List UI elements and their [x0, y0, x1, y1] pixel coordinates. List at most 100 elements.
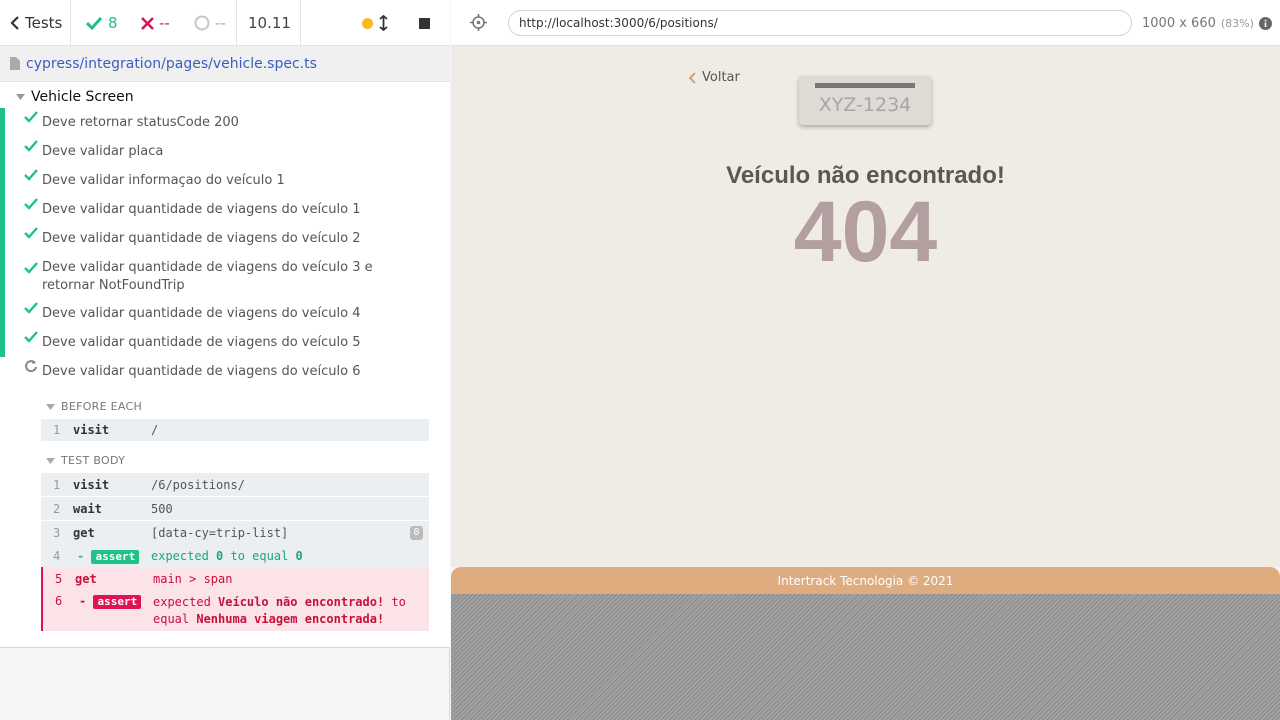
check-icon [86, 16, 102, 30]
test-list: Vehicle Screen Deve retornar statusCode … [0, 82, 450, 648]
command-message: main > span [153, 572, 233, 586]
test-title: Deve validar quantidade de viagens do ve… [42, 260, 373, 293]
command-number: 1 [53, 478, 61, 492]
failed-count: -- [141, 0, 170, 46]
command-row[interactable]: 1 visit / [41, 419, 429, 441]
command-row[interactable]: 2 wait 500 [41, 497, 429, 521]
spec-path-bar: cypress/integration/pages/vehicle.spec.t… [0, 46, 450, 82]
crosshair-icon [470, 14, 487, 31]
command-message: / [151, 423, 159, 437]
viewport-dimensions: 1000 x 660 [1142, 15, 1216, 31]
spec-path-link[interactable]: cypress/integration/pages/vehicle.spec.t… [26, 56, 317, 72]
assert-message: expected 0 to equal 0 [151, 549, 303, 563]
command-number: 4 [53, 549, 61, 563]
tests-button[interactable]: Tests [10, 0, 62, 46]
command-name: visit [73, 423, 110, 437]
suite-vehicle-screen[interactable]: Vehicle Screen [16, 86, 134, 108]
pending-value: -- [215, 14, 226, 32]
command-number: 1 [53, 423, 61, 437]
app-under-test: Voltar XYZ-1234 Veículo não encontrado! … [451, 46, 1280, 567]
suite-title: Vehicle Screen [31, 89, 134, 105]
reporter-panel: Tests 8 -- -- 10.11 cypress/integration/ [0, 0, 450, 720]
stats-bar: Tests 8 -- -- 10.11 [0, 0, 450, 46]
command-name: get [75, 572, 97, 586]
chevron-left-icon [688, 71, 696, 84]
command-row[interactable]: 1 visit /6/positions/ [41, 473, 429, 497]
status-dot-icon [362, 17, 373, 29]
assert-message: expected Veículo não encontrado! to equa… [153, 595, 406, 626]
test-item[interactable]: Deve validar quantidade de viagens do ve… [0, 328, 449, 357]
command-name: wait [73, 502, 102, 516]
duration: 10.11 [248, 14, 291, 32]
test-title: Deve validar quantidade de viagens do ve… [42, 306, 361, 321]
check-icon [24, 198, 38, 210]
stop-button[interactable] [419, 0, 430, 46]
back-link[interactable]: Voltar [688, 70, 740, 85]
passed-count: 8 [86, 0, 118, 46]
url-bar[interactable]: http://localhost:3000/6/positions/ [508, 10, 1132, 36]
footer-text: Intertrack Tecnologia © 2021 [777, 573, 954, 588]
assert-badge: assert [93, 595, 142, 609]
test-item[interactable]: Deve retornar statusCode 200 [0, 108, 449, 137]
test-item[interactable]: Deve validar quantidade de viagens do ve… [0, 195, 449, 224]
test-title: Deve validar quantidade de viagens do ve… [42, 364, 361, 379]
hook-before-each-title[interactable]: BEFORE EACH [46, 400, 142, 413]
test-item[interactable]: Deve validar quantidade de viagens do ve… [0, 224, 449, 253]
command-number: 3 [53, 526, 61, 540]
app-footer: Intertrack Tecnologia © 2021 [451, 567, 1280, 594]
command-row-failed[interactable]: 5 get main > span [41, 567, 429, 591]
auto-scroll-toggle[interactable] [379, 0, 388, 46]
passed-value: 8 [108, 14, 118, 32]
aut-header: http://localhost:3000/6/positions/ 1000 … [451, 0, 1280, 46]
selector-playground-button[interactable] [470, 14, 487, 35]
chevron-left-icon [10, 16, 19, 30]
test-item[interactable]: Deve validar informaçao do veículo 1 [0, 166, 449, 195]
caret-down-icon [46, 403, 55, 410]
check-icon [24, 227, 38, 239]
command-message: /6/positions/ [151, 478, 245, 492]
command-name: get [73, 526, 95, 540]
check-icon [24, 111, 38, 123]
x-icon [141, 16, 154, 30]
command-row[interactable]: 3 get [data-cy=trip-list] 0 [41, 521, 429, 545]
file-icon [10, 57, 20, 70]
license-plate: XYZ-1234 [799, 76, 931, 125]
assert-badge: assert [91, 550, 140, 564]
check-icon [24, 169, 38, 181]
caret-down-icon [16, 94, 25, 100]
test-title: Deve validar quantidade de viagens do ve… [42, 231, 361, 246]
viewport-scale: (83%) [1220, 16, 1254, 30]
refresh-spinner-icon [25, 360, 37, 373]
command-message: 500 [151, 502, 173, 516]
test-item[interactable]: Deve validar quantidade de viagens do ve… [0, 253, 449, 299]
test-title: Deve validar placa [42, 144, 164, 159]
url-text: http://localhost:3000/6/positions/ [519, 16, 718, 30]
command-name: - assert [77, 549, 140, 564]
tests-label: Tests [25, 14, 63, 32]
command-name: visit [73, 478, 110, 492]
running-indicator [362, 0, 373, 46]
check-icon [24, 262, 38, 274]
hook-label: TEST BODY [61, 454, 126, 467]
test-title: Deve retornar statusCode 200 [42, 115, 239, 130]
command-number: 5 [55, 572, 63, 586]
hook-label: BEFORE EACH [61, 400, 143, 413]
stop-icon [419, 17, 430, 29]
test-title: Deve validar informaçao do veículo 1 [42, 173, 285, 188]
command-row-assert-failed[interactable]: 6 - assert expected Veículo não encontra… [41, 591, 429, 631]
test-item[interactable]: Deve validar quantidade de viagens do ve… [0, 299, 449, 328]
test-title: Deve validar quantidade de viagens do ve… [42, 202, 361, 217]
viewport-info: 1000 x 660 (83%) [1142, 0, 1272, 46]
command-name: - assert [79, 594, 142, 609]
test-item[interactable]: Deve validar placa [0, 137, 449, 166]
element-count-badge: 0 [410, 526, 423, 540]
up-down-arrow-icon [379, 15, 388, 31]
test-item-running[interactable]: Deve validar quantidade de viagens do ve… [0, 357, 449, 386]
hook-test-body-title[interactable]: TEST BODY [46, 454, 125, 467]
check-icon [24, 331, 38, 343]
info-icon[interactable] [1258, 16, 1272, 30]
command-row-assert[interactable]: 4 - assert expected 0 to equal 0 [41, 545, 429, 567]
viewport-overflow-area [451, 594, 1280, 720]
pending-circle-icon [194, 15, 210, 31]
plate-number: XYZ-1234 [818, 94, 912, 116]
